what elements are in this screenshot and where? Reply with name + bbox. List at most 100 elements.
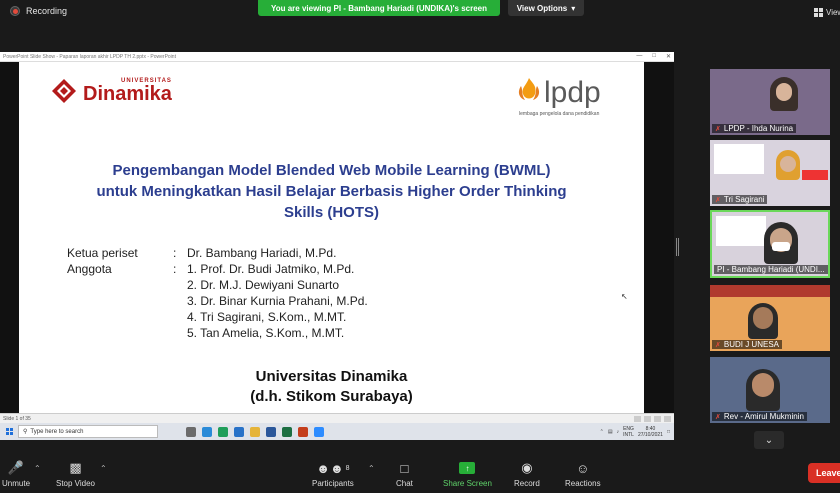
top-bar: Recording You are viewing PI - Bambang H… [0, 0, 840, 26]
close-icon[interactable]: ✕ [666, 53, 671, 60]
list-item: Anggota:1. Prof. Dr. Budi Jatmiko, M.Pd. [67, 262, 355, 276]
lpdp-logo: lpdp lembaga pengelola dana pendidikan [517, 76, 601, 117]
list-item: 5. Tan Amelia, S.Kom., M.MT. [187, 326, 345, 340]
mic-muted-icon: ✗ [715, 413, 721, 421]
maximize-icon[interactable]: □ [652, 53, 656, 60]
system-tray: ⌃ ▤ ♪ ENG INTL 8:40 27/10/2021 □ [600, 426, 674, 438]
sorter-view-icon[interactable] [654, 416, 661, 422]
share-screen-button[interactable]: ↑ Share Screen [443, 460, 492, 488]
mic-off-icon: 🎤 [7, 460, 25, 475]
normal-view-icon[interactable] [644, 416, 651, 422]
slide-content: UNIVERSITAS Dinamika lpdp lembaga pengel… [19, 62, 644, 425]
mic-muted-icon: ✗ [715, 125, 721, 133]
status-controls [634, 416, 671, 422]
view-options-label: View Options [516, 3, 568, 13]
edge-icon[interactable] [202, 426, 212, 437]
list-item: 3. Dr. Binar Kurnia Prahani, M.Pd. [187, 294, 368, 308]
participants-icon: ☻☻ 8 [316, 460, 350, 476]
chevron-up-icon[interactable]: ⌃ [600, 429, 604, 435]
slideshow-icon[interactable] [664, 416, 671, 422]
search-icon: ⚲ [23, 429, 28, 435]
scroll-down-button[interactable]: ⌄ [754, 431, 784, 449]
zoom-icon[interactable] [314, 426, 324, 437]
record-button[interactable]: ◉ Record [514, 460, 540, 488]
universitas-dinamika-logo: UNIVERSITAS Dinamika [51, 78, 172, 104]
list-item: 4. Tri Sagirani, S.Kom., M.MT. [187, 310, 347, 324]
shared-screen: PowerPoint Slide Show - Paparan laporan … [0, 52, 674, 440]
lpdp-flame-icon [517, 76, 541, 109]
univ-line-2: (d.h. Stikom Surabaya) [250, 388, 413, 405]
research-team-list: Ketua periset: Dr. Bambang Hariadi, M.Pd.… [67, 245, 368, 341]
network-icon[interactable]: ▤ [608, 429, 613, 435]
windows-start-icon[interactable] [0, 423, 18, 440]
minimize-icon[interactable]: — [636, 53, 642, 60]
recording-indicator[interactable]: Recording [10, 6, 67, 16]
mic-muted-icon: ✗ [715, 196, 721, 204]
slide-title: Pengembangan Model Blended Web Mobile Le… [19, 160, 644, 223]
list-item: Ketua periset: Dr. Bambang Hariadi, M.Pd. [67, 246, 337, 260]
recording-label: Recording [26, 6, 68, 16]
volume-icon[interactable]: ♪ [617, 429, 620, 435]
participants-button[interactable]: ☻☻ 8 Participants [312, 460, 354, 489]
ud-big-text: Dinamika [83, 83, 172, 105]
reactions-smiley-icon: ☺ [576, 460, 590, 476]
word-icon[interactable] [266, 426, 276, 437]
zoom-meeting-window: Recording You are viewing PI - Bambang H… [0, 0, 840, 493]
excel-icon[interactable] [282, 426, 292, 437]
clock[interactable]: 8:40 27/10/2021 [638, 426, 663, 438]
chat-button[interactable]: □ Chat [396, 460, 413, 489]
participant-tile[interactable]: ✗ BUDI J UNESA [710, 285, 830, 351]
view-mode-button[interactable]: View [814, 8, 840, 17]
record-icon: ◉ [521, 460, 533, 475]
chevron-down-icon: ⌄ [764, 434, 774, 446]
search-placeholder: Type here to search [30, 428, 84, 435]
windows-taskbar: ⚲ Type here to search ⌃ ▤ ♪ ENG INTL 8:4… [0, 423, 674, 440]
dinamika-mark-icon [51, 78, 77, 104]
powerpoint-titlebar: PowerPoint Slide Show - Paparan laporan … [0, 52, 674, 62]
task-view-icon[interactable] [186, 426, 196, 437]
participant-tile[interactable]: ✗ Rev - Amirul Mukminin [710, 357, 830, 423]
participant-name: ✗ LPDP - Ihda Nurina [712, 124, 797, 133]
powerpoint-icon[interactable] [298, 426, 308, 437]
record-dot-icon [10, 6, 20, 16]
participants-options-caret[interactable]: ⌃ [368, 464, 375, 473]
chrome-icon[interactable] [218, 426, 228, 437]
file-explorer-icon[interactable] [250, 426, 260, 437]
leave-button[interactable]: Leave [808, 463, 840, 483]
meeting-toolbar: 🎤 Unmute ⌃ ▩ Stop Video ⌃ ☻☻ 8 Participan… [0, 452, 840, 493]
powerpoint-statusbar: Slide 1 of 35 [0, 413, 674, 423]
viewing-banner: You are viewing PI - Bambang Hariadi (UN… [258, 0, 500, 16]
language-indicator[interactable]: ENG INTL [623, 426, 634, 438]
powerpoint-title-text: PowerPoint Slide Show - Paparan laporan … [3, 54, 176, 60]
panel-resize-handle[interactable] [676, 238, 679, 256]
participant-tile-active-speaker[interactable]: PI - Bambang Hariadi (UNDI... [710, 210, 830, 278]
title-line-2: untuk Meningkatkan Hasil Belajar Berbasi… [96, 183, 567, 200]
participant-name: ✗ Rev - Amirul Mukminin [712, 412, 807, 421]
taskbar-search-input[interactable]: ⚲ Type here to search [18, 425, 158, 438]
view-mode-label: View [826, 8, 840, 17]
univ-line-1: Universitas Dinamika [255, 368, 408, 385]
audio-options-caret[interactable]: ⌃ [34, 464, 41, 473]
university-name: Universitas Dinamika (d.h. Stikom Suraba… [19, 367, 644, 407]
participant-tile[interactable]: ✗ LPDP - Ihda Nurina [710, 69, 830, 135]
title-line-1: Pengembangan Model Blended Web Mobile Le… [112, 162, 551, 179]
title-line-3: Skills (HOTS) [283, 204, 380, 221]
participant-tile[interactable]: ✗ Tri Sagirani [710, 140, 830, 206]
reactions-button[interactable]: ☺ Reactions [565, 460, 601, 489]
window-controls: — □ ✕ [636, 53, 671, 60]
share-screen-icon: ↑ [459, 460, 476, 476]
stop-video-button[interactable]: ▩ Stop Video [56, 460, 95, 488]
mouse-cursor-icon: ↖ [621, 292, 628, 301]
participant-name: ✗ Tri Sagirani [712, 195, 768, 204]
view-options-button[interactable]: View Options ▾ [508, 0, 584, 16]
grid-view-icon [814, 8, 823, 17]
chat-bubble-icon: □ [400, 460, 409, 476]
chevron-down-icon: ▾ [571, 3, 576, 13]
video-options-caret[interactable]: ⌃ [100, 464, 107, 473]
unmute-button[interactable]: 🎤 Unmute [2, 460, 30, 488]
notes-icon[interactable] [634, 416, 641, 422]
video-camera-icon: ▩ [69, 460, 82, 475]
taskbar-apps [186, 426, 324, 437]
notification-icon[interactable]: □ [667, 429, 670, 435]
mail-icon[interactable] [234, 426, 244, 437]
